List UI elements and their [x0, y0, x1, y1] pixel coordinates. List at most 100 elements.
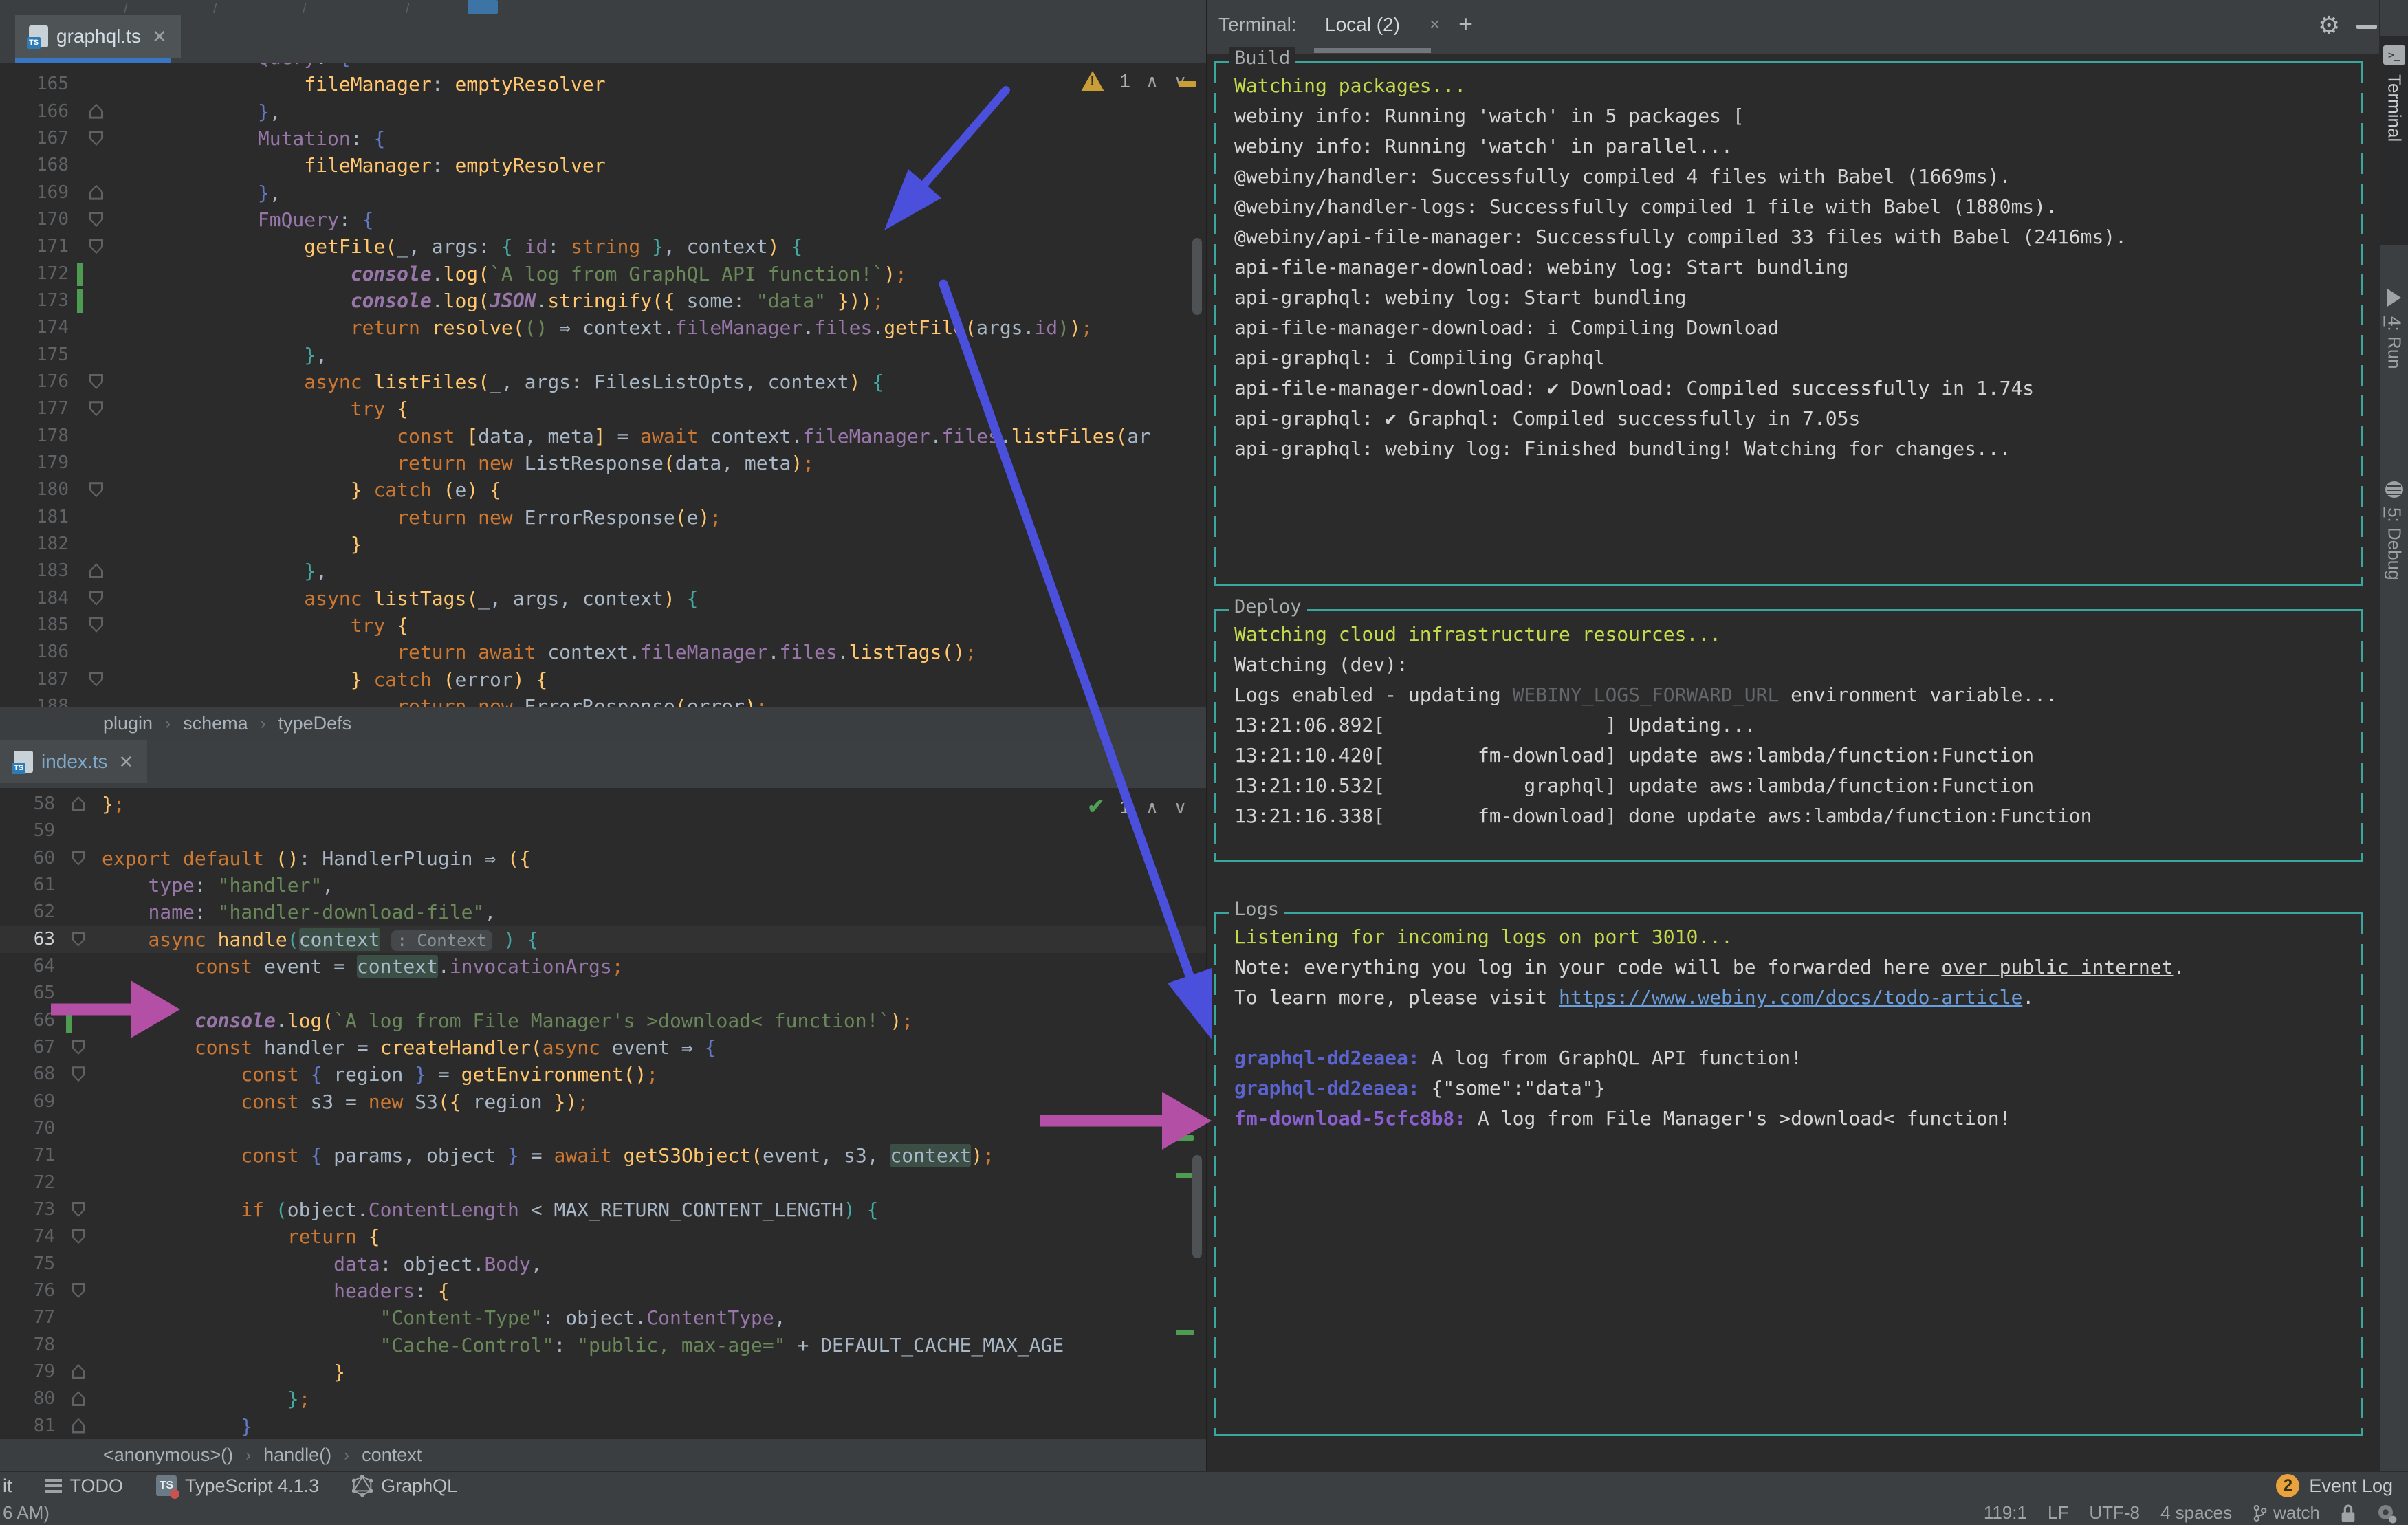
- line-number: 76: [33, 1280, 55, 1301]
- code-line: 65: [0, 980, 1206, 1007]
- new-terminal-icon[interactable]: +: [1458, 10, 1473, 39]
- editor-index-ts[interactable]: 58}; 59 60 export default (): HandlerPlugin…: [0, 788, 1206, 1438]
- fold-icon[interactable]: [89, 671, 103, 687]
- inspection-widget[interactable]: ✔ 1 ∧ ∨: [1087, 796, 1187, 818]
- breadcrumb[interactable]: plugin › schema › typeDefs: [0, 707, 1206, 740]
- tool-button-graphql[interactable]: GraphQL: [352, 1475, 457, 1497]
- line-number: 188: [36, 695, 69, 707]
- editor2-scrollbar[interactable]: [1192, 1155, 1202, 1258]
- indent-style[interactable]: 4 spaces: [2160, 1502, 2232, 1524]
- fold-icon[interactable]: [89, 590, 103, 606]
- terminal-output[interactable]: Watching cloud infrastructure resources.…: [1234, 619, 2356, 831]
- code-text: return resolve(() ⇒ context.fileManager.…: [350, 316, 1093, 340]
- fold-icon[interactable]: [89, 184, 103, 200]
- fold-icon[interactable]: [72, 1039, 85, 1055]
- fold-icon[interactable]: [89, 401, 103, 417]
- breadcrumb-item[interactable]: typeDefs: [278, 713, 352, 734]
- tool-button-terminal[interactable]: >_ Terminal: [2380, 36, 2408, 245]
- fold-icon[interactable]: [89, 617, 103, 633]
- change-stripe-mark[interactable]: [1176, 1330, 1194, 1335]
- code-text: name: "handler-download-file",: [148, 901, 496, 924]
- file-encoding[interactable]: UTF-8: [2089, 1502, 2140, 1524]
- fold-icon[interactable]: [72, 1363, 85, 1379]
- close-icon[interactable]: ✕: [119, 751, 134, 773]
- bottom-tool-bar: it TODO TS TypeScript 4.1.3 GraphQL 2 Ev…: [0, 1471, 2408, 1500]
- caret-position[interactable]: 119:1: [1984, 1502, 2027, 1524]
- deploy-section: Deploy Watching cloud infrastructure reso…: [1214, 596, 2363, 862]
- terminal-line: fm-download-5cfc8b8: A log from File Man…: [1234, 1107, 2011, 1130]
- fold-icon[interactable]: [72, 1229, 85, 1244]
- code-line: 68 const { region } = getEnvironment();: [0, 1061, 1206, 1088]
- settings-gear-icon[interactable]: [2376, 1503, 2397, 1524]
- close-icon[interactable]: ✕: [152, 26, 167, 47]
- fold-icon[interactable]: [72, 1282, 85, 1298]
- fold-icon[interactable]: [89, 482, 103, 498]
- tab-graphql-ts[interactable]: TS graphql.ts ✕: [15, 15, 181, 58]
- next-icon[interactable]: ∨: [1174, 797, 1187, 818]
- terminal-tab-close-icon[interactable]: ×: [1430, 14, 1440, 35]
- lock-icon[interactable]: [2341, 1504, 2356, 1523]
- editor1-scrollbar[interactable]: [1192, 238, 1202, 315]
- code-text: async listTags(_, args, context) {: [304, 586, 699, 610]
- line-number: 164: [0, 63, 69, 71]
- tool-button-git[interactable]: it: [3, 1475, 12, 1497]
- inspection-widget[interactable]: 1 ∧ ∨: [1081, 70, 1187, 92]
- tool-button-run[interactable]: 4: Run: [2380, 289, 2408, 454]
- minimize-icon[interactable]: [2356, 25, 2377, 29]
- typescript-service-icon: TS: [156, 1475, 180, 1499]
- breadcrumb-item[interactable]: <anonymous>(): [103, 1445, 233, 1466]
- fold-icon[interactable]: [72, 1066, 85, 1082]
- fold-icon[interactable]: [89, 130, 103, 146]
- fold-icon[interactable]: [89, 239, 103, 254]
- code-line: 64 const event = context.invocationArgs;: [0, 953, 1206, 980]
- terminal-output[interactable]: Watching packages... webiny info: Running…: [1234, 71, 2356, 464]
- code-text: const [data, meta] = await context.fileM…: [397, 424, 1150, 448]
- code-line: 60 export default (): HandlerPlugin ⇒ ({: [0, 845, 1206, 872]
- gear-icon[interactable]: ⚙: [2318, 11, 2340, 40]
- prev-icon[interactable]: ∧: [1146, 797, 1159, 818]
- change-stripe-mark[interactable]: [1176, 1173, 1194, 1178]
- fold-icon[interactable]: [89, 211, 103, 227]
- terminal-output[interactable]: Listening for incoming logs on port 3010…: [1234, 922, 2356, 1134]
- code-line: 170 FmQuery: {: [0, 206, 1206, 233]
- code-text: const event = context.invocationArgs;: [194, 954, 624, 978]
- fold-icon[interactable]: [72, 1201, 85, 1217]
- fold-icon[interactable]: [89, 373, 103, 389]
- change-stripe-mark[interactable]: [1176, 1135, 1194, 1141]
- breadcrumb[interactable]: <anonymous>() › handle() › context: [0, 1438, 1206, 1471]
- editor-graphql-ts[interactable]: 164 Query: {165 fileManager: emptyResolv…: [0, 63, 1206, 707]
- breadcrumb-item[interactable]: context: [362, 1445, 422, 1466]
- warning-stripe-mark[interactable]: [1179, 81, 1196, 87]
- tool-button-typescript[interactable]: TS TypeScript 4.1.3: [156, 1475, 319, 1499]
- fold-icon[interactable]: [72, 850, 85, 866]
- fold-icon[interactable]: [89, 103, 103, 119]
- code-text: };: [102, 793, 125, 815]
- fold-icon[interactable]: [72, 931, 85, 947]
- tab-index-ts[interactable]: TS index.ts ✕: [0, 740, 148, 783]
- line-number: 62: [33, 901, 55, 923]
- fold-icon[interactable]: [89, 563, 103, 579]
- box-border: [2361, 914, 2363, 1434]
- tool-label: Terminal: [2384, 74, 2405, 142]
- tool-button-event-log[interactable]: 2 Event Log: [2276, 1474, 2408, 1497]
- prev-warning-icon[interactable]: ∧: [1146, 71, 1159, 92]
- line-number: 184: [36, 587, 69, 608]
- vcs-change-bar: [66, 1009, 72, 1033]
- breadcrumb-item[interactable]: plugin: [103, 713, 153, 734]
- path-separator: /: [303, 1, 307, 16]
- tool-button-todo[interactable]: TODO: [45, 1475, 123, 1497]
- line-separator[interactable]: LF: [2048, 1502, 2068, 1524]
- code-text: try {: [350, 397, 409, 421]
- breadcrumb-item[interactable]: handle(): [263, 1445, 331, 1466]
- code-line: 175 },: [0, 342, 1206, 369]
- fold-icon[interactable]: [72, 1391, 85, 1407]
- breadcrumb-item[interactable]: schema: [183, 713, 248, 734]
- code-line: 171 getFile(_, args: { id: string }, con…: [0, 233, 1206, 260]
- terminal-tab-local[interactable]: Local (2): [1325, 14, 1400, 36]
- line-number: 60: [33, 847, 55, 868]
- fold-icon[interactable]: [72, 796, 85, 811]
- fold-icon[interactable]: [72, 1418, 85, 1434]
- git-branch-widget[interactable]: watch: [2253, 1502, 2320, 1524]
- tool-button-debug[interactable]: 5: Debug: [2380, 481, 2408, 681]
